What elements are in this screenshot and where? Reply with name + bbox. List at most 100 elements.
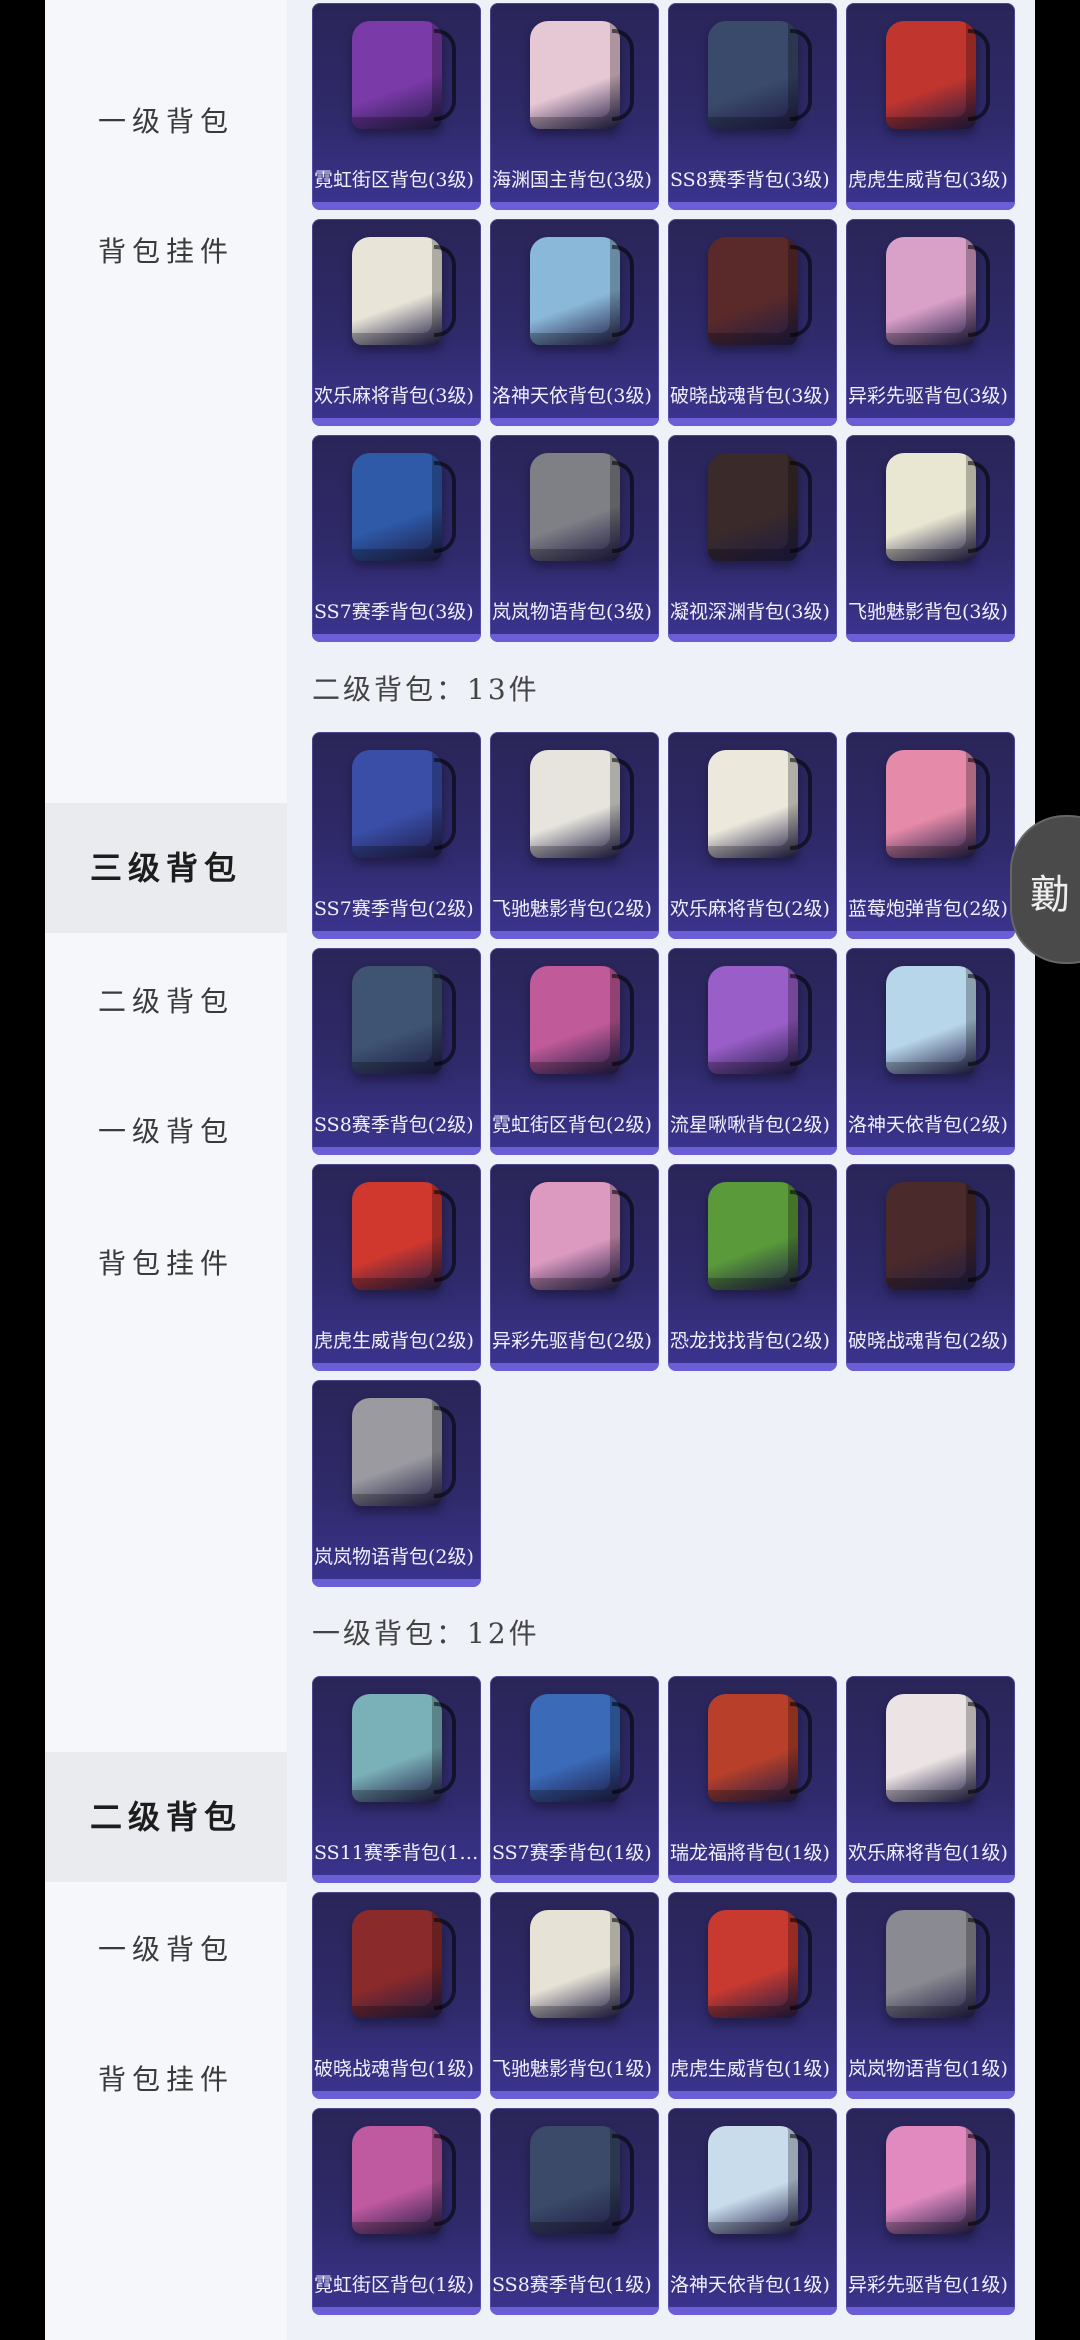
backpack-name: SS7赛季背包(1级): [492, 1842, 652, 1864]
backpack-card[interactable]: 恐龙找找背包(2级): [668, 1164, 837, 1371]
backpack-card[interactable]: 异彩先驱背包(2级): [490, 1164, 659, 1371]
sidebar-item-level1-backpack[interactable]: 一级背包: [45, 1928, 287, 1968]
backpack-card[interactable]: 虎虎生威背包(2级): [312, 1164, 481, 1371]
backpack-image-icon: [530, 1182, 634, 1290]
backpack-image-icon: [530, 1694, 634, 1802]
backpack-name: 瑞龙福將背包(1级): [670, 1842, 830, 1864]
backpack-image-icon: [352, 750, 456, 858]
backpack-card[interactable]: 虎虎生威背包(3级): [846, 3, 1015, 210]
backpack-image-icon: [530, 750, 634, 858]
backpack-card[interactable]: SS8赛季背包(1级): [490, 2108, 659, 2315]
backpack-image-icon: [530, 453, 634, 561]
backpack-card[interactable]: 流星啾啾背包(2级): [668, 948, 837, 1155]
backpack-card[interactable]: SS11赛季背包(1级): [312, 1676, 481, 1883]
backpack-image-icon: [708, 2126, 812, 2234]
backpack-name: SS8赛季背包(1级): [492, 2274, 652, 2296]
backpack-card[interactable]: 破晓战魂背包(2级): [846, 1164, 1015, 1371]
backpack-card[interactable]: 瑞龙福將背包(1级): [668, 1676, 837, 1883]
backpack-image-icon: [530, 237, 634, 345]
backpack-name: 岚岚物语背包(2级): [314, 1546, 474, 1568]
backpack-card[interactable]: 海渊国主背包(3级): [490, 3, 659, 210]
backpack-card[interactable]: 霓虹街区背包(1级): [312, 2108, 481, 2315]
backpack-name: 岚岚物语背包(1级): [848, 2058, 1008, 2080]
backpack-name: 洛神天依背包(3级): [492, 385, 652, 407]
backpack-image-icon: [886, 2126, 990, 2234]
backpack-card[interactable]: 飞驰魅影背包(3级): [846, 435, 1015, 642]
backpack-name: 飞驰魅影背包(2级): [492, 898, 652, 920]
backpack-name: 蓝莓炮弹背包(2级): [848, 898, 1008, 920]
backpack-card[interactable]: 岚岚物语背包(1级): [846, 1892, 1015, 2099]
sidebar-item-level1-backpack[interactable]: 一级背包: [45, 100, 287, 140]
backpack-name: 海渊国主背包(3级): [492, 169, 652, 191]
backpack-name: SS7赛季背包(2级): [314, 898, 474, 920]
backpack-card[interactable]: 霓虹街区背包(2级): [490, 948, 659, 1155]
backpack-image-icon: [708, 1182, 812, 1290]
backpack-card[interactable]: SS8赛季背包(3级): [668, 3, 837, 210]
backpack-card[interactable]: SS7赛季背包(3级): [312, 435, 481, 642]
backpack-name: 虎虎生威背包(2级): [314, 1330, 474, 1352]
backpack-image-icon: [352, 237, 456, 345]
backpack-name: SS8赛季背包(3级): [670, 169, 830, 191]
backpack-name: 异彩先驱背包(1级): [848, 2274, 1008, 2296]
category-sidebar: 一级背包 背包挂件 三级背包 二级背包 一级背包 背包挂件 二级背包 一级背包 …: [45, 0, 287, 2340]
section-title-level1: 一级背包：12件: [312, 1617, 540, 1650]
backpack-card[interactable]: 蓝莓炮弹背包(2级): [846, 732, 1015, 939]
sidebar-item-backpack-pendant[interactable]: 背包挂件: [45, 1242, 287, 1282]
backpack-card[interactable]: SS7赛季背包(1级): [490, 1676, 659, 1883]
sidebar-item-level2-backpack-active[interactable]: 二级背包: [45, 1752, 287, 1882]
backpack-card[interactable]: 异彩先驱背包(3级): [846, 219, 1015, 426]
backpack-image-icon: [708, 966, 812, 1074]
backpack-name: 流星啾啾背包(2级): [670, 1114, 830, 1136]
backpack-image-icon: [886, 1182, 990, 1290]
backpack-card[interactable]: 洛神天依背包(1级): [668, 2108, 837, 2315]
backpack-grid: 二级背包：13件 一级背包：12件 霓虹街区背包(3级) 海渊国主背包(3级) SS…: [287, 0, 1035, 2340]
backpack-name: 霓虹街区背包(1级): [314, 2274, 474, 2296]
backpack-card[interactable]: 破晓战魂背包(3级): [668, 219, 837, 426]
backpack-image-icon: [886, 237, 990, 345]
backpack-image-icon: [352, 1182, 456, 1290]
backpack-card[interactable]: 欢乐麻将背包(2级): [668, 732, 837, 939]
sidebar-item-level3-backpack-active[interactable]: 三级背包: [45, 803, 287, 933]
backpack-card[interactable]: 异彩先驱背包(1级): [846, 2108, 1015, 2315]
sidebar-item-backpack-pendant[interactable]: 背包挂件: [45, 2058, 287, 2098]
backpack-card[interactable]: 岚岚物语背包(3级): [490, 435, 659, 642]
backpack-image-icon: [708, 237, 812, 345]
backpack-name: SS7赛季背包(3级): [314, 601, 474, 623]
backpack-name: 破晓战魂背包(1级): [314, 2058, 474, 2080]
sidebar-item-level2-backpack[interactable]: 二级背包: [45, 980, 287, 1020]
backpack-card[interactable]: 欢乐麻将背包(1级): [846, 1676, 1015, 1883]
backpack-image-icon: [530, 2126, 634, 2234]
backpack-image-icon: [886, 1910, 990, 2018]
backpack-card[interactable]: 霓虹街区背包(3级): [312, 3, 481, 210]
backpack-image-icon: [352, 21, 456, 129]
backpack-image-icon: [352, 1398, 456, 1506]
backpack-image-icon: [530, 21, 634, 129]
backpack-card[interactable]: 洛神天依背包(3级): [490, 219, 659, 426]
backpack-image-icon: [352, 1910, 456, 2018]
backpack-card[interactable]: 欢乐麻将背包(3级): [312, 219, 481, 426]
backpack-name: 洛神天依背包(2级): [848, 1114, 1008, 1136]
backpack-card[interactable]: 飞驰魅影背包(2级): [490, 732, 659, 939]
backpack-image-icon: [352, 453, 456, 561]
backpack-name: 飞驰魅影背包(3级): [848, 601, 1008, 623]
backpack-card[interactable]: 岚岚物语背包(2级): [312, 1380, 481, 1587]
backpack-card[interactable]: 洛神天依背包(2级): [846, 948, 1015, 1155]
side-button-icon: 勷: [1030, 872, 1070, 918]
backpack-image-icon: [352, 2126, 456, 2234]
backpack-card[interactable]: 飞驰魅影背包(1级): [490, 1892, 659, 2099]
backpack-name: 破晓战魂背包(2级): [848, 1330, 1008, 1352]
backpack-image-icon: [886, 966, 990, 1074]
backpack-image-icon: [530, 966, 634, 1074]
backpack-card[interactable]: SS7赛季背包(2级): [312, 732, 481, 939]
sidebar-item-level1-backpack[interactable]: 一级背包: [45, 1110, 287, 1150]
backpack-card[interactable]: 破晓战魂背包(1级): [312, 1892, 481, 2099]
backpack-card[interactable]: SS8赛季背包(2级): [312, 948, 481, 1155]
backpack-card[interactable]: 虎虎生威背包(1级): [668, 1892, 837, 2099]
section-title-level2: 二级背包：13件: [312, 673, 540, 706]
backpack-name: 欢乐麻将背包(1级): [848, 1842, 1008, 1864]
backpack-card[interactable]: 凝视深渊背包(3级): [668, 435, 837, 642]
sidebar-item-backpack-pendant[interactable]: 背包挂件: [45, 230, 287, 270]
backpack-name: 凝视深渊背包(3级): [670, 601, 830, 623]
floating-side-button[interactable]: 勷: [1010, 815, 1080, 964]
backpack-name: 岚岚物语背包(3级): [492, 601, 652, 623]
